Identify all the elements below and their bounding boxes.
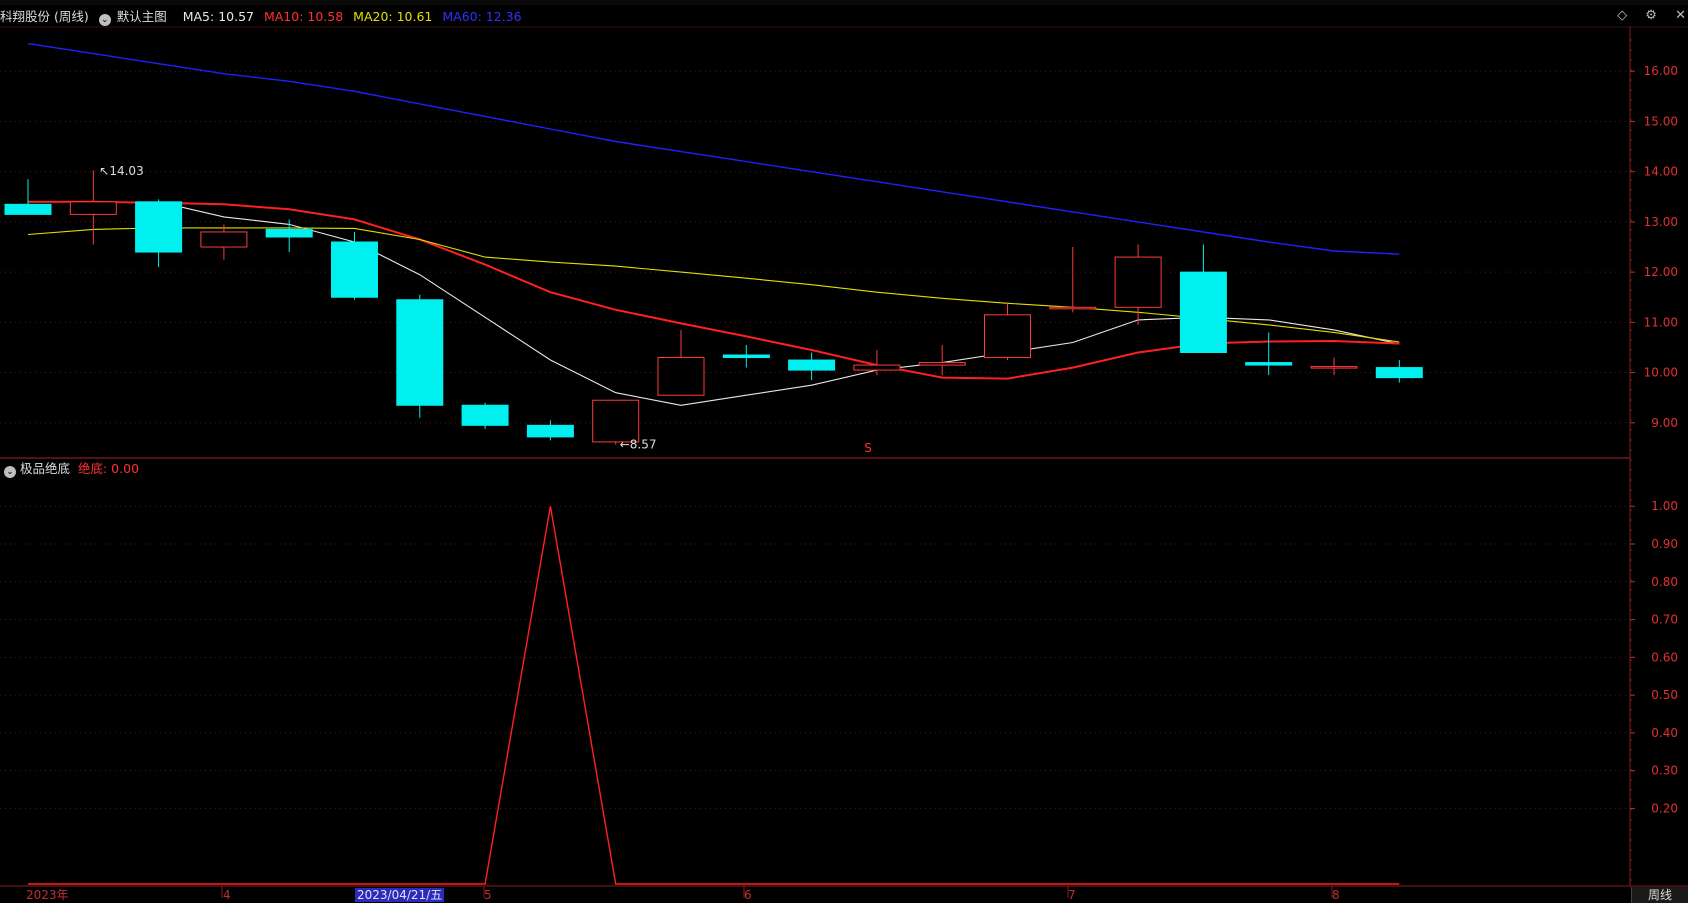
main-y-tick-label: 10.00	[1644, 366, 1678, 380]
ind-y-tick-label: 0.30	[1651, 764, 1678, 778]
main-y-tick-label: 13.00	[1644, 215, 1678, 229]
candle	[200, 224, 248, 260]
chevron-down-icon[interactable]: ⌄	[4, 466, 16, 478]
candle-body	[853, 364, 901, 371]
candle	[135, 199, 183, 268]
stock-title[interactable]: 科翔股份 (周线)	[0, 9, 89, 24]
grid-layer	[0, 26, 1688, 898]
ma60-label: MA60: 12.36	[442, 9, 522, 24]
template-dropdown[interactable]: ⌄ 默认主图	[98, 9, 177, 26]
ind-y-tick-label: 0.80	[1651, 575, 1678, 589]
ma60-line	[27, 42, 1400, 255]
candle	[396, 294, 444, 418]
main-y-tick-label: 9.00	[1651, 416, 1678, 430]
indicator-name[interactable]: 极品绝底	[20, 461, 70, 476]
candles-layer	[4, 170, 1423, 445]
x-label-selected-date: 2023/04/21/五	[355, 888, 445, 903]
candle-body	[69, 201, 117, 215]
candle	[1375, 360, 1423, 383]
ma10-label: MA10: 10.58	[263, 9, 344, 24]
candle	[461, 402, 509, 429]
window-controls: ◇ ⚙ ✕	[1603, 8, 1686, 23]
y-axis-layer: 9.00 10.00 11.00 12.00 13.00 14.00 15.00 16.00 0…	[1630, 39, 1678, 881]
ind-y-tick-label: 0.50	[1651, 688, 1678, 702]
main-y-tick-label: 14.00	[1644, 165, 1678, 179]
main-y-tick-label: 16.00	[1644, 64, 1678, 78]
candle-body	[918, 362, 966, 366]
low-annotation: ←8.57	[620, 437, 657, 451]
indicator-line	[28, 506, 1400, 885]
x-label-aug: 8	[1332, 888, 1340, 902]
candle-body	[526, 424, 574, 438]
selected-date-label: 2023/04/21/五	[355, 888, 445, 902]
settings-icon[interactable]: ⚙	[1645, 8, 1657, 23]
x-label-may: 5	[484, 888, 492, 902]
candle	[526, 420, 574, 441]
candle	[984, 302, 1031, 361]
template-label: 默认主图	[116, 9, 167, 24]
diamond-icon[interactable]: ◇	[1617, 8, 1627, 23]
candle-body	[4, 203, 52, 215]
ind-y-tick-label: 0.90	[1651, 537, 1678, 551]
candle	[331, 231, 378, 300]
candle	[788, 352, 836, 381]
ind-y-tick-label: 0.20	[1651, 801, 1678, 815]
main-legend-row: 科翔股份 (周线) ⌄ 默认主图 MA5: 10.57 MA10: 10.58 M…	[0, 6, 1620, 26]
candle	[1049, 247, 1097, 313]
candle-body	[984, 314, 1031, 359]
x-label-apr: 4	[223, 888, 231, 902]
close-icon[interactable]: ✕	[1675, 8, 1686, 23]
candle-body	[1114, 256, 1162, 308]
candle	[657, 329, 705, 396]
ma5-label: MA5: 10.57	[182, 9, 254, 24]
ma20-label: MA20: 10.61	[353, 9, 433, 24]
signal-mark: S	[864, 441, 872, 455]
x-label-jul: 7	[1068, 888, 1076, 902]
high-annotation: ↖14.03	[99, 164, 143, 178]
candle-body	[788, 359, 836, 371]
candle-body	[722, 354, 770, 359]
x-label-jun: 6	[744, 888, 752, 902]
x-label-year: 2023年	[26, 888, 69, 902]
period-selector[interactable]: 周线	[1631, 887, 1688, 903]
candle-body	[396, 299, 444, 406]
main-y-tick-label: 12.00	[1644, 265, 1678, 279]
indicator-legend-row: ⌄ 极品绝底 绝底: 0.00	[4, 458, 139, 478]
candle-body	[200, 231, 248, 248]
candle-body	[1179, 271, 1227, 354]
ind-y-tick-label: 1.00	[1651, 499, 1678, 513]
candle-body	[331, 241, 378, 298]
indicator-layer	[28, 506, 1400, 885]
candle-body	[1375, 367, 1423, 379]
candle	[265, 219, 313, 253]
candle	[853, 350, 901, 376]
candle-body	[1310, 366, 1358, 369]
candle-body	[265, 228, 313, 238]
candle-body	[657, 357, 705, 396]
ind-y-tick-label: 0.60	[1651, 650, 1678, 664]
candle-body	[592, 399, 640, 443]
chevron-down-icon[interactable]: ⌄	[98, 14, 111, 26]
candle	[1179, 244, 1227, 354]
chart-canvas[interactable]: 9.00 10.00 11.00 12.00 13.00 14.00 15.00 16.00 0…	[0, 0, 1688, 903]
ind-y-tick-label: 0.70	[1651, 613, 1678, 627]
candle	[1245, 332, 1293, 376]
main-y-tick-label: 11.00	[1644, 315, 1678, 329]
candle	[1114, 244, 1162, 325]
candle-body	[135, 201, 183, 253]
candle	[722, 344, 770, 368]
candle	[4, 179, 52, 215]
main-y-tick-label: 15.00	[1644, 114, 1678, 128]
candle-body	[1049, 306, 1097, 310]
candle-body	[1245, 362, 1293, 366]
indicator-value: 绝底: 0.00	[78, 461, 140, 476]
ind-y-tick-label: 0.40	[1651, 726, 1678, 740]
candle-body	[461, 404, 509, 426]
candle	[69, 170, 117, 245]
